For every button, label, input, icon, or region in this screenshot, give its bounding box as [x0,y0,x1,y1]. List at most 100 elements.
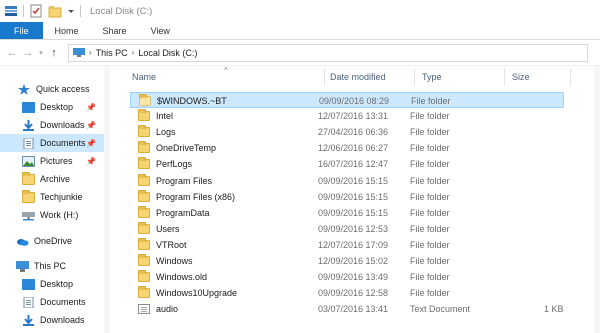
folder-row[interactable]: Intel 12/07/2016 13:31 File folder [130,108,564,124]
nav-label: Desktop [40,102,74,112]
up-arrow-icon[interactable]: ↑ [46,47,62,59]
download-icon [22,314,35,326]
file-name: Program Files [156,175,213,186]
file-row[interactable]: audio 03/07/2016 13:41 Text Document 1 KB [130,301,564,317]
properties-icon[interactable] [29,4,43,18]
folder-row[interactable]: Users 09/09/2016 12:53 File folder [130,221,564,237]
folder-row[interactable]: VTRoot 12/07/2016 17:09 File folder [130,237,564,253]
nav-onedrive[interactable]: OneDrive [0,232,104,250]
folder-icon [138,125,150,138]
back-arrow-icon[interactable]: ← [4,47,20,59]
folder-row[interactable]: ProgramData 09/09/2016 15:15 File folder [130,205,564,221]
folder-row[interactable]: PerfLogs 16/07/2016 12:47 File folder [130,156,564,172]
folder-row[interactable]: Program Files (x86) 09/09/2016 15:15 File … [130,189,564,205]
folder-row[interactable]: OneDriveTemp 12/06/2016 06:27 File folder [130,140,564,156]
nav-label: OneDrive [34,236,73,246]
nav-label: Downloads [40,315,85,325]
column-divider[interactable] [570,68,571,86]
nav-label: Work (H:) [40,210,79,220]
nav-quick-access[interactable]: Quick access [0,80,104,98]
folder-icon [22,189,35,203]
nav-item-work-drive[interactable]: Work (H:) [0,206,104,224]
pin-icon[interactable]: 📌 [86,121,96,130]
file-list-pane: ^ Name Date modified Type Size $WINDOWS.… [120,66,600,333]
nav-pc-downloads[interactable]: Downloads [0,311,104,329]
breadcrumb-chevron-icon[interactable]: › [132,48,135,57]
nav-label: Documents [40,297,86,307]
nav-item-pictures[interactable]: Pictures 📌 [0,152,104,170]
nav-label: Downloads [40,120,85,130]
recent-locations-chevron-icon[interactable]: ▾ [36,49,46,57]
window-title: Local Disk (C:) [90,5,153,17]
nav-label: Archive [40,174,71,184]
date-modified-cell: 09/09/2016 12:58 [318,288,389,299]
column-header-name[interactable]: Name [132,72,156,82]
tab-file[interactable]: File [0,22,43,39]
column-header-size[interactable]: Size [512,72,530,82]
type-cell: File folder [411,96,451,106]
explorer-app-icon[interactable] [4,4,18,18]
column-divider[interactable] [414,68,415,86]
date-modified-cell: 27/04/2016 06:36 [318,127,389,138]
pin-icon[interactable]: 📌 [86,157,96,166]
nav-pc-desktop[interactable]: Desktop [0,275,104,293]
file-name: Logs [156,127,176,138]
date-modified-cell: 12/07/2016 17:09 [318,239,389,250]
folder-row[interactable]: Windows10Upgrade 09/09/2016 12:58 File fol… [130,285,564,301]
breadcrumb-local-disk[interactable]: Local Disk (C:) [138,48,197,58]
date-modified-cell: 12/06/2016 06:27 [318,143,389,154]
column-header-type[interactable]: Type [422,72,442,82]
nav-label: Desktop [40,279,74,289]
file-name-cell: OneDriveTemp [138,141,217,154]
this-pc-icon [16,260,29,272]
pin-icon[interactable]: 📌 [86,139,96,148]
column-divider[interactable] [324,68,325,86]
nav-scrollbar[interactable] [104,66,110,333]
toolbar-separator [23,5,24,17]
nav-pc-documents[interactable]: Documents [0,293,104,311]
customize-toolbar-icon[interactable] [67,4,75,18]
tab-share[interactable]: Share [91,22,139,39]
date-modified-cell: 09/09/2016 13:49 [318,272,389,283]
file-name-cell: VTRoot [138,237,187,250]
file-name: ProgramData [156,207,210,218]
date-modified-cell: 09/09/2016 12:53 [318,223,389,234]
breadcrumb-chevron-icon[interactable]: › [89,48,92,57]
pin-icon[interactable]: 📌 [86,103,96,112]
folder-icon [138,286,150,299]
folder-row[interactable]: Logs 27/04/2016 06:36 File folder [130,124,564,140]
folder-row[interactable]: Program Files 09/09/2016 15:15 File folder [130,173,564,189]
folder-row[interactable]: Windows 12/09/2016 15:02 File folder [130,253,564,269]
address-bar[interactable]: › This PC › Local Disk (C:) [68,43,588,62]
column-header-date[interactable]: Date modified [330,72,386,82]
download-icon [22,119,35,131]
column-divider[interactable] [504,68,505,86]
nav-item-desktop[interactable]: Desktop 📌 [0,98,104,116]
folder-icon [139,94,151,106]
title-bar: Local Disk (C:) [0,0,600,22]
folder-icon [138,237,150,250]
new-folder-icon[interactable] [48,4,62,18]
type-cell: File folder [410,239,450,250]
forward-arrow-icon[interactable]: → [20,47,36,59]
nav-item-downloads[interactable]: Downloads 📌 [0,116,104,134]
content-scrollbar[interactable] [594,66,600,333]
file-name: OneDriveTemp [156,143,217,154]
size-cell: 1 KB [544,304,564,315]
folder-row[interactable]: $WINDOWS.~BT 09/09/2016 08:29 File folder [130,92,564,108]
nav-this-pc[interactable]: This PC [0,257,104,275]
breadcrumb-this-pc[interactable]: This PC [96,48,128,58]
date-modified-cell: 03/07/2016 13:41 [318,304,389,315]
nav-item-archive[interactable]: Archive [0,170,104,188]
nav-item-techjunkie[interactable]: Techjunkie [0,188,104,206]
file-name: VTRoot [156,239,187,250]
nav-label: Techjunkie [40,192,83,202]
folder-row[interactable]: Windows.old 09/09/2016 13:49 File folder [130,269,564,285]
tab-home[interactable]: Home [43,22,91,39]
nav-item-documents[interactable]: Documents 📌 [0,134,104,152]
tab-view[interactable]: View [139,22,182,39]
type-cell: File folder [410,272,450,283]
network-drive-icon [22,210,35,221]
file-name-cell: $WINDOWS.~BT [139,94,227,106]
file-name: Program Files (x86) [156,191,236,202]
